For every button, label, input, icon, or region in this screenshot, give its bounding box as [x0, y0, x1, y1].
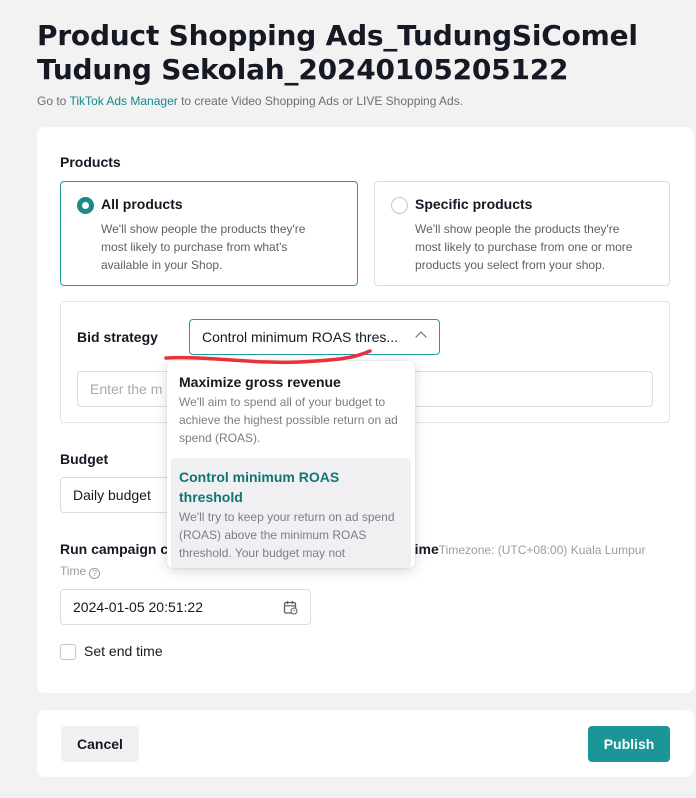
specific-products-option[interactable]: Specific products We'll show people the …: [374, 181, 670, 286]
specific-products-desc: We'll show people the products they're m…: [415, 222, 633, 272]
page-title: Product Shopping Ads_TudungSiComel Tudun…: [37, 19, 638, 86]
chevron-up-icon: [415, 331, 427, 343]
radio-specific-products[interactable]: [391, 197, 408, 214]
footer-card: Cancel Publish: [37, 710, 694, 777]
set-end-time-label: Set end time: [84, 643, 163, 659]
bid-strategy-dropdown: Maximize gross revenue We'll aim to spen…: [167, 361, 415, 568]
bid-strategy-label: Bid strategy: [77, 329, 158, 345]
option-title: Control minimum ROAS threshold: [179, 469, 340, 505]
bid-strategy-value: Control minimum ROAS thres...: [202, 329, 399, 345]
publish-button[interactable]: Publish: [588, 726, 670, 762]
option-desc: We'll try to keep your return on ad spen…: [179, 510, 395, 560]
cancel-button[interactable]: Cancel: [61, 726, 139, 762]
time-sublabel-text: Time: [60, 564, 87, 578]
products-label: Products: [60, 154, 121, 170]
bid-strategy-select[interactable]: Control minimum ROAS thres...: [189, 319, 440, 355]
timezone-heading: timeTimezone: (UTC+08:00) Kuala Lumpur: [410, 541, 645, 557]
help-icon[interactable]: ?: [89, 568, 101, 579]
specific-products-title: Specific products: [415, 196, 533, 212]
timezone-text: Timezone: (UTC+08:00) Kuala Lumpur: [438, 543, 646, 557]
start-date-input[interactable]: 2024-01-05 20:51:22: [60, 589, 311, 625]
budget-label: Budget: [60, 451, 109, 467]
time-sublabel: Time?: [60, 564, 101, 579]
all-products-title: All products: [101, 196, 183, 212]
budget-type-value: Daily budget: [73, 487, 151, 503]
all-products-option[interactable]: All products We'll show people the produ…: [60, 181, 358, 286]
set-end-time-checkbox[interactable]: [60, 644, 76, 660]
subtitle-prefix: Go to: [37, 94, 70, 108]
subtitle-suffix: to create Video Shopping Ads or LIVE Sho…: [177, 94, 464, 108]
start-date-value: 2024-01-05 20:51:22: [73, 599, 203, 615]
run-campaign-label: Run campaign c: [60, 541, 169, 557]
tiktok-ads-manager-link[interactable]: TikTok Ads Manager: [69, 94, 177, 108]
all-products-desc: We'll show people the products they're m…: [101, 222, 306, 272]
budget-type-select[interactable]: Daily budget: [60, 477, 170, 513]
dropdown-option-control-minimum-roas[interactable]: Control minimum ROAS threshold We'll try…: [171, 458, 411, 568]
radio-all-products[interactable]: [77, 197, 94, 214]
page-subtitle: Go to TikTok Ads Manager to create Video…: [37, 94, 463, 108]
dropdown-option-maximize-gross-revenue[interactable]: Maximize gross revenue We'll aim to spen…: [171, 363, 411, 456]
option-title: Maximize gross revenue: [179, 374, 341, 390]
calendar-icon[interactable]: [283, 600, 298, 615]
option-desc: We'll aim to spend all of your budget to…: [179, 395, 398, 445]
